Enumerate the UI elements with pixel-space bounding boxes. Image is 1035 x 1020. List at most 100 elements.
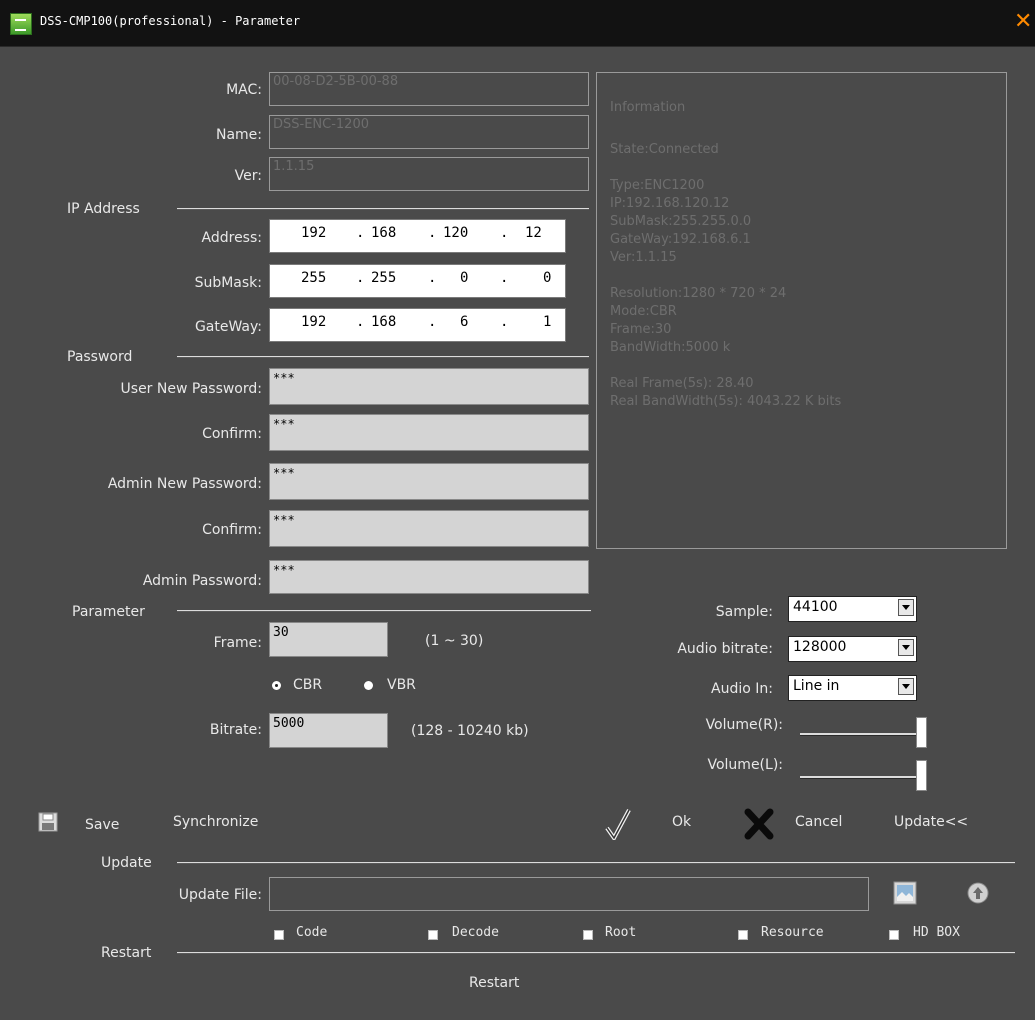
parameter-section-title: Parameter (72, 604, 145, 620)
volume-l-slider[interactable] (800, 760, 927, 791)
update-section-title: Update (101, 855, 152, 871)
information-line: State:Connected (610, 142, 719, 157)
restart-section-title: Restart (101, 945, 152, 961)
information-line: Resolution:1280 * 720 * 24 (610, 286, 787, 301)
volume-l-label: Volume(L): (707, 757, 783, 773)
information-line: Real BandWidth(5s): 4043.22 K bits (610, 394, 842, 409)
information-line (610, 358, 841, 374)
checkmark-icon[interactable] (605, 808, 631, 842)
sample-select[interactable]: 44100 (788, 596, 917, 622)
hd-box-checkbox[interactable] (889, 930, 899, 940)
chevron-down-icon[interactable] (898, 599, 914, 616)
ver-field: 1.1.15 (269, 157, 589, 191)
audio-bitrate-select[interactable]: 128000 (788, 636, 917, 662)
submask-octet-3[interactable]: 0 (460, 270, 468, 286)
ip-section-title: IP Address (67, 201, 140, 217)
root-checkbox-label[interactable]: Root (605, 925, 636, 940)
audio-bitrate-value: 128000 (793, 639, 847, 655)
gateway-octet-2[interactable]: 168 (371, 314, 396, 330)
information-line: SubMask:255.255.0.0 (610, 214, 752, 229)
submask-octet-2[interactable]: 255 (371, 270, 396, 286)
code-checkbox-label[interactable]: Code (296, 925, 327, 940)
hd-box-checkbox-label[interactable]: HD BOX (913, 925, 960, 940)
information-line: GateWay:192.168.6.1 (610, 232, 751, 247)
volume-r-label: Volume(R): (705, 717, 783, 733)
bitrate-input[interactable]: 5000 (269, 713, 388, 748)
root-checkbox[interactable] (583, 930, 593, 940)
admin-new-password-input[interactable]: *** (269, 463, 589, 500)
gateway-octet-4[interactable]: 1 (543, 314, 551, 330)
submask-octet-1[interactable]: 255 (301, 270, 326, 286)
information-line: Real Frame(5s): 28.40 (610, 376, 754, 391)
upload-icon[interactable] (967, 882, 989, 904)
mac-field: 00-08-D2-5B-00-88 (269, 72, 589, 106)
address-octet-3[interactable]: 120 (443, 225, 468, 241)
update-toggle-button[interactable]: Update<< (894, 813, 968, 831)
resource-checkbox-label[interactable]: Resource (761, 925, 824, 940)
browse-file-icon[interactable] (893, 881, 917, 905)
information-line: Type:ENC1200 (610, 178, 705, 193)
slider-thumb[interactable] (916, 717, 927, 748)
audio-in-value: Line in (793, 678, 840, 694)
synchronize-button[interactable]: Synchronize (173, 813, 258, 831)
cancel-button[interactable]: Cancel (795, 813, 842, 831)
gateway-octet-3[interactable]: 6 (460, 314, 468, 330)
vbr-label[interactable]: VBR (387, 676, 416, 694)
frame-input[interactable]: 30 (269, 622, 388, 657)
frame-label: Frame: (213, 635, 262, 651)
name-field: DSS-ENC-1200 (269, 115, 589, 149)
information-line (610, 124, 841, 140)
dot-separator: . (428, 270, 437, 286)
update-file-label: Update File: (178, 887, 262, 903)
dot-separator: . (356, 314, 365, 330)
code-checkbox[interactable] (274, 930, 284, 940)
save-icon[interactable] (38, 812, 58, 832)
admin-password-label: Admin Password: (142, 573, 262, 589)
decode-checkbox-label[interactable]: Decode (452, 925, 499, 940)
decode-checkbox[interactable] (428, 930, 438, 940)
submask-ip-input[interactable]: 255 . 255 . 0 . 0 (269, 264, 566, 298)
user-new-password-label: User New Password: (120, 381, 262, 397)
gateway-ip-input[interactable]: 192 . 168 . 6 . 1 (269, 308, 566, 342)
cancel-x-icon[interactable] (744, 808, 774, 840)
chevron-down-icon[interactable] (898, 678, 914, 695)
window-title: DSS-CMP100(professional) - Parameter (40, 14, 301, 28)
user-confirm-password-input[interactable]: *** (269, 414, 589, 451)
dot-separator: . (356, 270, 365, 286)
admin-confirm-password-input[interactable]: *** (269, 510, 589, 547)
parameter-section-divider (177, 610, 591, 612)
user-new-password-input[interactable]: *** (269, 368, 589, 405)
address-octet-2[interactable]: 168 (371, 225, 396, 241)
information-line: IP:192.168.120.12 (610, 196, 730, 211)
information-line (610, 268, 841, 284)
audio-in-select[interactable]: Line in (788, 675, 917, 701)
slider-track (800, 776, 927, 779)
submask-octet-4[interactable]: 0 (543, 270, 551, 286)
information-line (610, 160, 841, 176)
admin-password-input[interactable]: *** (269, 560, 589, 594)
dot-separator: . (500, 270, 509, 286)
close-icon[interactable]: ✕ (1014, 9, 1032, 35)
audio-bitrate-label: Audio bitrate: (677, 641, 773, 657)
address-octet-4[interactable]: 12 (525, 225, 542, 241)
address-octet-1[interactable]: 192 (301, 225, 326, 241)
gateway-label: GateWay: (194, 319, 262, 335)
save-button[interactable]: Save (85, 816, 119, 834)
vbr-radio[interactable] (364, 681, 373, 690)
resource-checkbox[interactable] (738, 930, 748, 940)
submask-label: SubMask: (194, 275, 262, 291)
audio-in-label: Audio In: (711, 681, 773, 697)
gateway-octet-1[interactable]: 192 (301, 314, 326, 330)
admin-new-password-label: Admin New Password: (107, 476, 262, 492)
update-file-input[interactable] (269, 877, 869, 911)
restart-button[interactable]: Restart (469, 974, 519, 992)
cbr-radio[interactable] (272, 681, 281, 690)
user-confirm-password-label: Confirm: (202, 426, 262, 442)
chevron-down-icon[interactable] (898, 639, 914, 656)
ok-button[interactable]: Ok (672, 813, 691, 831)
volume-r-slider[interactable] (800, 717, 927, 748)
cbr-label[interactable]: CBR (293, 676, 322, 694)
slider-thumb[interactable] (916, 760, 927, 791)
ip-section-divider (177, 208, 589, 210)
address-ip-input[interactable]: 192 . 168 . 120 . 12 (269, 219, 566, 253)
